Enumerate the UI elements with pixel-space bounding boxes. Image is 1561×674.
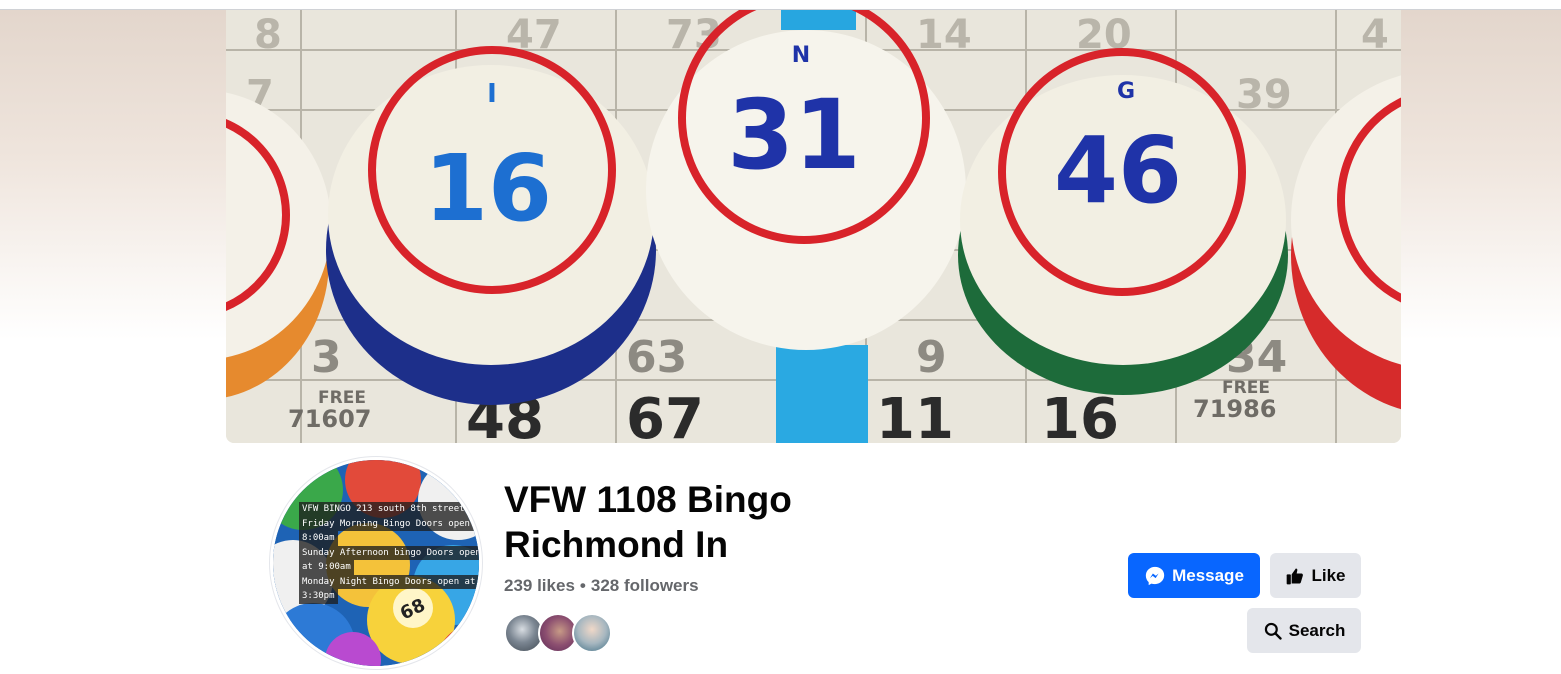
page-title-line2: Richmond In: [504, 524, 729, 565]
ball-number: 46: [1054, 117, 1182, 224]
search-button-label: Search: [1288, 620, 1346, 640]
ball-letter: I: [487, 79, 497, 109]
message-button-label: Message: [1172, 565, 1244, 585]
search-button[interactable]: Search: [1247, 608, 1361, 653]
avatar-caption: VFW BINGO 213 south 8th street Friday Mo…: [299, 502, 479, 604]
card-number: 9: [916, 332, 947, 383]
like-button-label: Like: [1311, 565, 1346, 585]
card-number: 16: [1041, 387, 1119, 443]
messenger-icon: [1145, 566, 1165, 585]
stats-separator: •: [579, 576, 586, 595]
ball-letter: N: [792, 43, 810, 68]
avatar-caption-line: Friday Morning Bingo Doors open at: [299, 516, 479, 531]
card-number: 39: [1236, 72, 1292, 118]
profile-picture[interactable]: 68 VFW BINGO 213 south 8th street Friday…: [270, 457, 482, 669]
friend-avatars: [504, 613, 612, 653]
thumbs-up-icon: [1287, 568, 1304, 584]
card-number: 63: [626, 332, 687, 383]
card-number: 4: [1361, 12, 1389, 58]
cover-photo[interactable]: 8 47 73 14 20 4 7 39 3 63 9 34 48 67 11 …: [226, 10, 1401, 443]
card-number: 8: [254, 12, 282, 58]
card-number: 67: [626, 387, 704, 443]
followers-count[interactable]: 328 followers: [591, 576, 699, 596]
avatar-caption-line: Monday Night Bingo Doors open at: [299, 574, 479, 589]
avatar-caption-line: 3:30pm: [299, 589, 338, 604]
ball-number: 31: [727, 79, 861, 191]
card-number: 14: [916, 12, 972, 58]
ball-number: 16: [424, 135, 552, 242]
free-code: 71607: [288, 405, 372, 433]
page-title-line1: VFW 1108 Bingo: [504, 479, 792, 520]
likes-count[interactable]: 239 likes: [504, 576, 575, 596]
free-code: 71986: [1193, 395, 1277, 423]
top-bar-edge: [0, 0, 1561, 10]
search-icon: [1264, 622, 1282, 640]
avatar-caption-line: VFW BINGO 213 south 8th street: [299, 502, 468, 517]
card-number: 3: [311, 332, 342, 383]
avatar-caption-line: at 9:00am: [299, 560, 354, 575]
like-button[interactable]: Like: [1270, 553, 1361, 598]
page-title: VFW 1108 Bingo Richmond In: [504, 477, 864, 567]
message-button[interactable]: Message: [1128, 553, 1260, 598]
avatar-caption-line: 8:00am: [299, 531, 338, 546]
ball-letter: G: [1117, 79, 1135, 104]
friend-avatar[interactable]: [572, 613, 612, 653]
card-number: 11: [876, 387, 954, 443]
page-stats: 239 likes • 328 followers: [504, 576, 699, 596]
avatar-caption-line: Sunday Afternoon bingo Doors open: [299, 545, 479, 560]
